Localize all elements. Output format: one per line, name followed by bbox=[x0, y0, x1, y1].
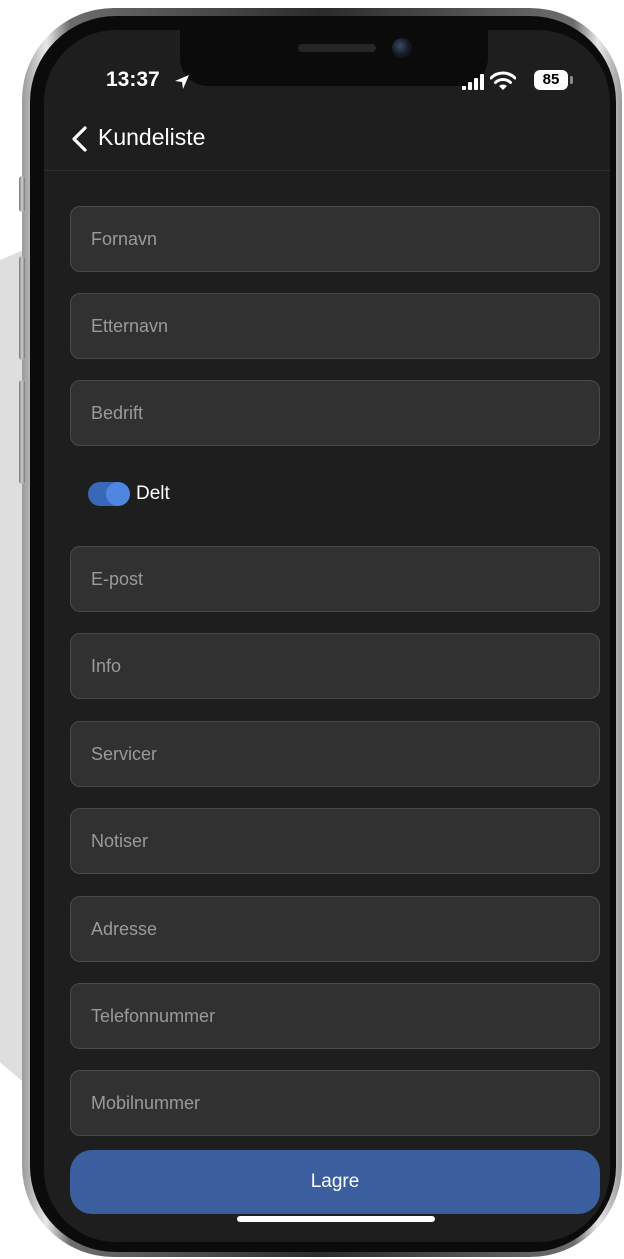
services-field[interactable] bbox=[70, 721, 600, 787]
volume-up-button bbox=[19, 256, 25, 360]
battery-icon: 85 bbox=[534, 70, 568, 90]
address-field[interactable] bbox=[70, 896, 600, 962]
first-name-field[interactable] bbox=[70, 206, 600, 272]
email-field[interactable] bbox=[70, 546, 600, 612]
volume-down-button bbox=[19, 380, 25, 484]
wifi-icon bbox=[490, 71, 516, 90]
signal-icon bbox=[462, 74, 484, 90]
info-field[interactable] bbox=[70, 633, 600, 699]
first-name-input[interactable] bbox=[71, 207, 599, 271]
info-input[interactable] bbox=[71, 634, 599, 698]
notch bbox=[180, 30, 488, 86]
battery-tip bbox=[570, 76, 573, 84]
back-button-label[interactable]: Kundeliste bbox=[98, 124, 205, 151]
last-name-input[interactable] bbox=[71, 294, 599, 358]
last-name-field[interactable] bbox=[70, 293, 600, 359]
phone-number-field[interactable] bbox=[70, 983, 600, 1049]
notes-input[interactable] bbox=[71, 809, 599, 873]
chevron-left-icon[interactable] bbox=[70, 126, 90, 152]
home-indicator[interactable] bbox=[237, 1216, 435, 1222]
front-camera bbox=[392, 38, 412, 58]
company-field[interactable] bbox=[70, 380, 600, 446]
earpiece-speaker bbox=[298, 44, 376, 52]
phone-number-input[interactable] bbox=[71, 984, 599, 1048]
shared-toggle-label: Delt bbox=[136, 483, 170, 504]
company-input[interactable] bbox=[71, 381, 599, 445]
shared-toggle[interactable] bbox=[88, 482, 130, 506]
toggle-knob bbox=[106, 482, 130, 506]
services-input[interactable] bbox=[71, 722, 599, 786]
address-input[interactable] bbox=[71, 897, 599, 961]
navigation-bar: Kundeliste bbox=[44, 108, 610, 171]
mobile-number-input[interactable] bbox=[71, 1071, 599, 1135]
mobile-number-field[interactable] bbox=[70, 1070, 600, 1136]
email-input[interactable] bbox=[71, 547, 599, 611]
mute-switch bbox=[19, 176, 25, 212]
notes-field[interactable] bbox=[70, 808, 600, 874]
location-arrow-icon bbox=[175, 75, 189, 89]
battery-level: 85 bbox=[542, 71, 560, 88]
save-button[interactable]: Lagre bbox=[70, 1150, 600, 1214]
app-screen: 13:37 85 Kundeliste Delt bbox=[44, 30, 610, 1242]
status-time: 13:37 bbox=[106, 68, 160, 91]
